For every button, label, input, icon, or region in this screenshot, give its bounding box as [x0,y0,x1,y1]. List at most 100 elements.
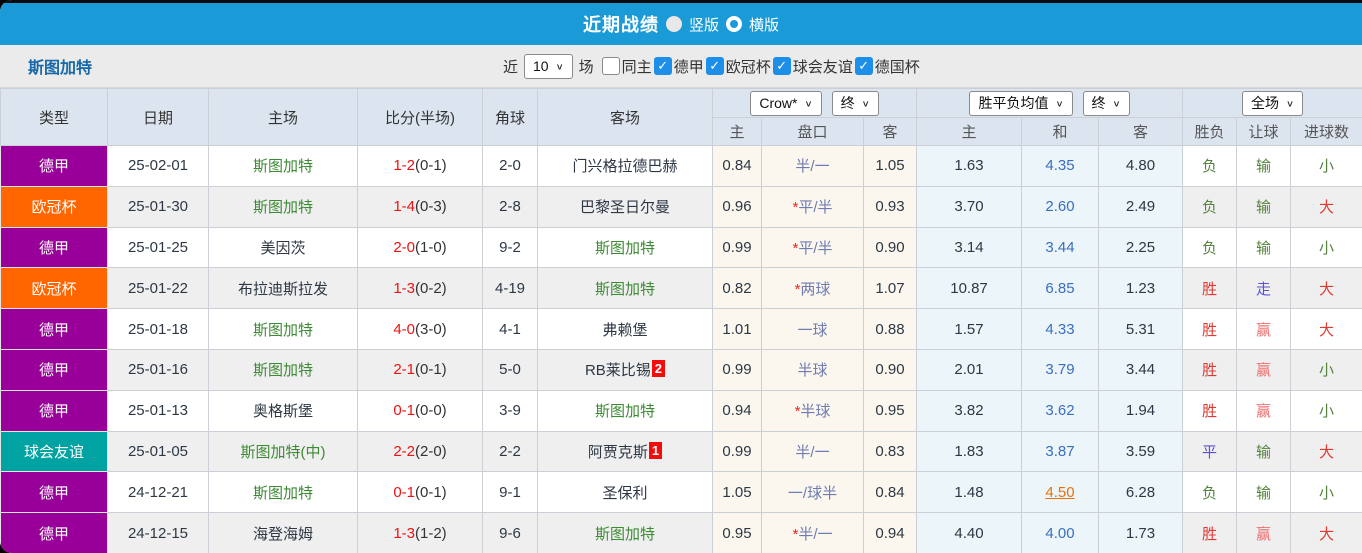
handicap-result: 输 [1236,226,1292,269]
away-odds: 0.94 [862,512,918,553]
result: 负 [1182,185,1238,228]
col-header-away: 客场 [537,88,713,146]
avg-away-odds: 1.23 [1098,267,1184,310]
corners: 9-6 [482,512,538,553]
handicap: *平/半 [761,226,864,269]
match-row: 德甲 25-01-18 斯图加特 4-0(3-0) 4-1 弗赖堡 1.01 一球 0.88 1.… [0,308,1362,350]
league-checkbox-1[interactable]: ✓ [705,57,724,75]
away-team-name: 门兴格拉德巴赫 [572,158,678,176]
avg-final-select[interactable]: 终 ∨ [1082,90,1130,116]
away-odds: 0.90 [862,348,918,391]
home-team: 斯图加特 [208,471,358,514]
avg-home-odds: 10.87 [916,267,1023,310]
halftime-score: (0-3) [415,198,447,216]
league-checkbox-3[interactable]: ✓ [854,57,873,75]
avg-away-odds: 1.94 [1098,389,1184,432]
handicap-value: 半/一 [795,158,830,176]
handicap-value: 半球 [800,403,831,421]
score: 2-0(1-0) [357,226,483,269]
avg-draw-odds: 4.50 [1021,471,1100,514]
avg-draw-value[interactable]: 4.50 [1045,484,1074,501]
home-team: 斯图加特 [208,185,358,228]
goals-result: 小 [1290,389,1362,432]
league-badge: 德甲 [0,512,108,553]
home-team-name: 美因茨 [260,239,306,257]
league-checkbox-label-2[interactable]: 球会友谊 [793,56,853,77]
handicap-result: 输 [1236,145,1292,187]
league-checkbox-label-3[interactable]: 德国杯 [875,56,920,77]
match-row: 欧冠杯 25-01-22 布拉迪斯拉发 1-3(0-2) 4-19 斯图加特 0.82 *两球… [0,267,1362,310]
recent-count-select[interactable]: 10 ∨ [524,53,573,79]
chevron-down-icon: ∨ [861,98,870,109]
handicap-result: 输 [1236,430,1292,473]
corners: 9-2 [482,226,538,269]
halftime-score: (0-1) [415,157,447,175]
col-header-score: 比分(半场) [357,88,483,146]
recent-count-value: 10 [533,58,549,74]
result: 胜 [1182,348,1238,391]
handicap: 一/球半 [761,471,864,514]
recent-results-panel: 近期战绩 竖版 横版 斯图加特 近 10 ∨ 场 同主 ✓ 德甲 ✓ 欧冠杯 ✓ 球会友谊… [0,0,1362,553]
avg-home-odds: 2.01 [916,348,1023,391]
scope-select[interactable]: 全场 ∨ [1242,90,1304,116]
score: 2-2(2-0) [357,430,483,473]
subheader-goals: 进球数 [1290,117,1362,146]
odds-final-select[interactable]: 终 ∨ [831,90,879,116]
league-checkbox-label-0[interactable]: 德甲 [674,56,704,77]
home-odds: 0.99 [712,348,762,391]
home-odds: 1.05 [712,471,762,514]
avg-draw-value: 6.85 [1045,279,1075,297]
subheader-handicap-result: 让球 [1236,117,1292,146]
goals-result: 小 [1290,348,1362,391]
handicap-result: 赢 [1236,389,1292,432]
score: 1-3(1-2) [357,512,483,553]
avg-draw-odds: 4.00 [1021,512,1100,553]
avg-draw-odds: 6.85 [1021,267,1100,310]
home-odds: 0.94 [712,389,762,432]
league-filter-group: ✓ 德甲 ✓ 欧冠杯 ✓ 球会友谊 ✓ 德国杯 [652,56,920,77]
layout-vertical-label[interactable]: 竖版 [689,14,719,35]
handicap: *半/一 [761,512,864,553]
same-home-checkbox[interactable] [601,57,620,75]
layout-horizontal-radio[interactable] [726,16,742,32]
home-team: 奥格斯堡 [208,389,358,432]
fulltime-score: 0-1 [393,402,415,420]
avg-type-value: 胜平负均值 [978,95,1049,111]
home-team-name: 斯图加特(中) [240,443,326,461]
league-badge: 德甲 [0,471,108,514]
subheader-odds-away: 客 [862,117,918,146]
corners: 4-19 [482,267,538,310]
score: 1-4(0-3) [357,185,483,228]
chevron-down-icon: ∨ [555,61,564,72]
layout-vertical-radio[interactable] [665,16,682,32]
away-team-name: 阿贾克斯 [587,443,648,461]
layout-horizontal-label[interactable]: 横版 [749,14,779,35]
match-row: 欧冠杯 25-01-30 斯图加特 1-4(0-3) 2-8 巴黎圣日尔曼 0.96 *平/半… [0,185,1362,228]
league-checkbox-0[interactable]: ✓ [653,57,672,75]
corners: 2-8 [482,185,538,228]
avg-type-select[interactable]: 胜平负均值 ∨ [969,90,1073,116]
away-odds: 0.90 [862,226,918,269]
goals-result: 大 [1290,267,1362,310]
avg-away-odds: 3.59 [1098,430,1184,473]
home-team: 海登海姆 [208,512,358,553]
avg-draw-odds: 3.87 [1021,430,1100,473]
odds-final-value: 终 [840,95,855,111]
odds-source-select[interactable]: Crow* ∨ [750,90,822,116]
away-team-name: 斯图加特 [594,280,655,298]
subheader-odds-handicap: 盘口 [761,117,864,146]
col-header-type: 类型 [0,88,108,146]
fulltime-score: 2-1 [393,361,415,379]
league-checkbox-2[interactable]: ✓ [772,57,791,75]
result: 平 [1182,430,1238,473]
league-checkbox-label-1[interactable]: 欧冠杯 [726,56,771,77]
avg-draw-value: 3.44 [1045,238,1075,256]
avg-draw-odds: 3.79 [1021,348,1100,391]
avg-away-odds: 5.31 [1098,308,1184,350]
match-date: 25-01-30 [107,185,209,228]
handicap-value: 平/半 [798,199,833,217]
corners: 9-1 [482,471,538,514]
away-team-name: RB莱比锡 [584,362,651,380]
home-odds: 0.82 [712,267,762,310]
handicap-result: 赢 [1236,348,1292,391]
